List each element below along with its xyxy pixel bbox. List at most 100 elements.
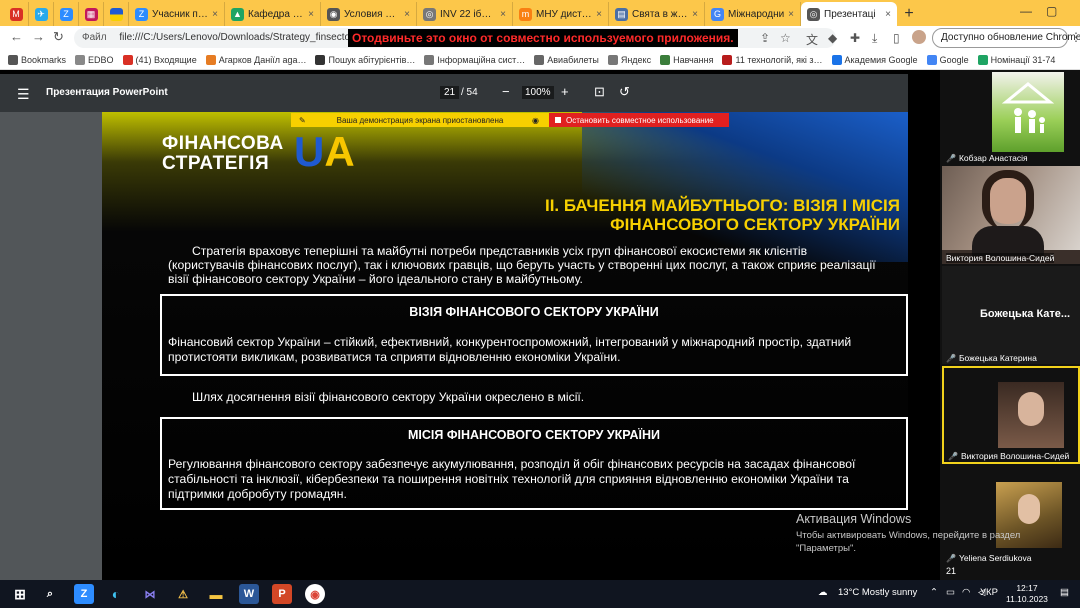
browser-tab[interactable]: ▦ — [79, 2, 104, 26]
bookmark-favicon-icon — [534, 54, 545, 65]
weather-icon[interactable]: ☁ — [818, 587, 828, 598]
participant-name: 🎤 Божецька Катерина — [946, 353, 1037, 363]
notifications-icon[interactable]: ▤ — [1060, 587, 1069, 598]
browser-tab[interactable]: Z Учасник пуб × — [129, 2, 225, 26]
menu-icon[interactable]: ☰ — [17, 86, 30, 103]
menu-kebab-icon[interactable]: ⋮ — [1070, 30, 1080, 44]
bookmark-star-icon[interactable]: ☆ — [780, 31, 791, 45]
extension-icon[interactable]: ◆ — [828, 31, 837, 45]
bookmark-item[interactable]: Bookmarks — [8, 54, 67, 65]
mic-muted-icon: 🎤 — [946, 353, 956, 363]
download-icon[interactable]: ⤓ — [872, 31, 877, 46]
back-icon[interactable]: ← — [10, 29, 23, 44]
stop-sharing-button[interactable]: Остановить совместное использование — [549, 113, 729, 127]
translate-icon[interactable]: 文 — [806, 31, 818, 48]
bookmark-item[interactable]: Агарков Даніїл aga… — [205, 54, 307, 65]
language-indicator[interactable]: УКР — [980, 587, 998, 598]
word-icon[interactable]: W — [239, 584, 259, 604]
file-label: Файл — [82, 32, 107, 43]
bookmark-item[interactable]: Номінації 31-74 — [977, 54, 1055, 65]
mission-title: МІСІЯ ФІНАНСОВОГО СЕКТОРУ УКРАЇНИ — [408, 428, 660, 442]
edge-icon[interactable]: ◐ — [106, 584, 126, 604]
search-icon[interactable]: ⌕ — [40, 584, 60, 604]
sidepanel-icon[interactable]: ▯ — [893, 31, 900, 45]
file-explorer-icon[interactable]: ▬ — [206, 584, 226, 604]
participant-tile[interactable]: Виктория Волошина-Сидей — [942, 166, 1080, 264]
vpn-icon[interactable]: ⋈ — [140, 584, 160, 604]
bookmark-item[interactable]: Навчання — [660, 54, 714, 65]
browser-tab[interactable]: ◎ INV 22 іб+ас × — [417, 2, 513, 26]
bookmark-item[interactable]: (41) Входящие — [122, 54, 197, 65]
pdf-toolbar: ☰ Презентация PowerPoint 21 / 54 − 100% … — [0, 74, 908, 112]
browser-tab[interactable] — [104, 2, 129, 26]
update-chrome-button[interactable]: Доступно обновление Chrome — [932, 28, 1080, 48]
browser-tab[interactable]: G Міжнародни × — [705, 2, 801, 26]
bookmark-item[interactable]: Академия Google — [831, 54, 918, 65]
powerpoint-icon[interactable]: P — [272, 584, 292, 604]
close-icon[interactable]: × — [308, 9, 314, 20]
tab-title: Презентаці — [824, 8, 876, 20]
share-icon[interactable]: ⇪ — [760, 31, 770, 45]
mission-line1: Регулювання фінансового сектору забезпеч… — [168, 457, 856, 471]
tab-active[interactable]: ◎ Презентаці × — [801, 2, 897, 26]
person-hair-shape — [982, 170, 1034, 230]
vision-box: ВІЗІЯ ФІНАНСОВОГО СЕКТОРУ УКРАЇНИ Фінанс… — [160, 294, 908, 376]
participant-tile[interactable]: 🎤 Кобзар Анастасія — [942, 70, 1080, 164]
bookmark-item[interactable]: Авиабилеты — [534, 54, 599, 65]
close-icon[interactable]: × — [212, 9, 218, 20]
fit-page-icon[interactable]: ⊡ — [594, 84, 605, 100]
page-number-input[interactable]: 21 — [440, 86, 460, 99]
puzzle-icon[interactable]: ✚ — [850, 31, 860, 45]
rotate-icon[interactable]: ↺ — [619, 84, 630, 100]
tray-chevron-icon[interactable]: ⌃ — [930, 587, 938, 598]
browser-tab[interactable]: M — [4, 2, 29, 26]
wifi-icon[interactable]: ◠ — [962, 587, 970, 598]
warning-app-icon[interactable]: ⚠ — [173, 584, 193, 604]
browser-tab[interactable]: ✈ — [29, 2, 54, 26]
bookmark-item[interactable]: Пошук абітурієнтів… — [315, 54, 415, 65]
close-icon[interactable]: × — [692, 9, 698, 20]
zoom-in-button[interactable]: + — [561, 84, 569, 99]
browser-tab[interactable]: m МНУ дистан × — [513, 2, 609, 26]
network-icon[interactable]: ▭ — [946, 587, 955, 598]
browser-tab[interactable]: ▲ Кафедра еко × — [225, 2, 321, 26]
new-tab-button[interactable]: + — [897, 2, 921, 26]
intro-line3: візії фінансового сектору України – його… — [168, 272, 583, 286]
browser-tab[interactable]: Z — [54, 2, 79, 26]
windows-start-icon[interactable]: ⊞ — [10, 584, 30, 604]
browser-tab[interactable]: ▤ Свята в жов × — [609, 2, 705, 26]
close-icon[interactable]: × — [885, 9, 891, 20]
participant-tile[interactable]: Божецька Кате... 🎤 Божецька Катерина — [942, 266, 1080, 364]
zoom-app-icon[interactable]: Z — [74, 584, 94, 604]
avatar[interactable] — [912, 30, 926, 44]
clock[interactable]: 12:17 11.10.2023 — [1006, 583, 1048, 605]
page-total: / 54 — [461, 87, 478, 98]
clock-time: 12:17 — [1016, 583, 1038, 593]
bookmark-item[interactable]: Яндекс — [607, 54, 651, 65]
forward-icon[interactable]: → — [32, 29, 45, 44]
close-icon[interactable]: × — [596, 9, 602, 20]
participant-tile-active[interactable]: 🎤 Виктория Волошина-Сидей — [942, 366, 1080, 464]
bookmark-item[interactable]: 11 технологій, які з… — [722, 54, 823, 65]
zoom-out-button[interactable]: − — [502, 84, 510, 99]
bookmark-label: Навчання — [673, 54, 714, 65]
chrome-icon[interactable]: ◉ — [305, 584, 325, 604]
zoom-level-input[interactable]: 100% — [522, 86, 554, 99]
close-icon[interactable]: × — [788, 9, 794, 20]
tab-title: МНУ дистан — [536, 8, 593, 20]
screen-share-banner: ✎ Ваша демонстрация экрана приостановлен… — [291, 113, 729, 127]
bookmark-label: Bookmarks — [21, 54, 67, 65]
intro-line2: (користувачів фінансових послуг), так і … — [168, 258, 876, 272]
minimize-icon[interactable]: — — [1020, 4, 1032, 18]
bookmark-item[interactable]: EDBO — [75, 54, 114, 65]
bookmark-item[interactable]: Google — [926, 54, 969, 65]
share-paused-text: Ваша демонстрация экрана приостановлена — [336, 115, 504, 125]
close-icon[interactable]: × — [404, 9, 410, 20]
maximize-icon[interactable]: ▢ — [1046, 4, 1057, 18]
close-icon[interactable]: × — [500, 9, 506, 20]
weather-text[interactable]: 13°C Mostly sunny — [838, 587, 917, 598]
reload-icon[interactable]: ↻ — [53, 29, 64, 45]
bookmark-label: Агарков Даніїл aga… — [218, 54, 307, 65]
bookmark-item[interactable]: Інформаційна сист… — [424, 54, 525, 65]
browser-tab[interactable]: ◉ Условия пуб × — [321, 2, 417, 26]
